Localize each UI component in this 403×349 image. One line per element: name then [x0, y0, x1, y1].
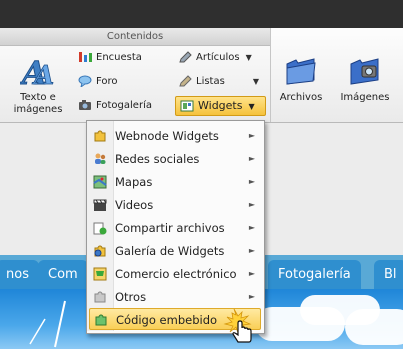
articulos-button[interactable]: Artículos ▼ — [178, 50, 252, 66]
site-tab-2[interactable]: Com — [38, 260, 88, 289]
widgets-dropdown-menu: Webnode Widgets ► Redes sociales ► Mapas ► … — [86, 120, 265, 334]
listas-button[interactable]: Listas ▼ — [178, 74, 259, 90]
list-icon — [178, 75, 192, 87]
widgets-label: Widgets — [198, 99, 243, 112]
menu-item-galeria-widgets[interactable]: Galería de Widgets ► — [89, 240, 261, 262]
poll-icon — [78, 51, 92, 63]
chevron-down-icon: ▼ — [248, 102, 255, 111]
group-header-contenidos: Contenidos — [0, 28, 270, 46]
chevron-right-icon: ► — [248, 223, 255, 232]
menu-item-redes-sociales[interactable]: Redes sociales ► — [89, 148, 261, 170]
menu-item-mapas[interactable]: Mapas ► — [89, 171, 261, 193]
archivos-button[interactable]: Archivos — [276, 54, 326, 104]
chevron-right-icon: ► — [248, 177, 255, 186]
menu-item-webnode-widgets[interactable]: Webnode Widgets ► — [89, 125, 261, 147]
listas-label: Listas — [196, 76, 225, 87]
pen-icon — [178, 51, 192, 63]
menu-item-videos[interactable]: Videos ► — [89, 194, 261, 216]
share-file-icon — [93, 222, 107, 235]
archivos-label: Archivos — [279, 92, 323, 103]
text-a-icon: A A — [19, 54, 55, 93]
chevron-right-icon: ► — [248, 131, 255, 140]
cloud — [345, 309, 403, 345]
chevron-right-icon: ► — [248, 246, 255, 255]
puzzle-gray-icon — [94, 291, 106, 303]
chevron-down-icon: ▼ — [245, 53, 252, 62]
widgets-button[interactable]: Widgets ▼ — [175, 96, 266, 116]
svg-text:A: A — [31, 61, 54, 88]
puzzle-green-icon — [95, 314, 107, 326]
fotogaleria-label: Fotogalería — [96, 100, 152, 111]
window-top-bar — [0, 0, 403, 28]
encuesta-button[interactable]: Encuesta — [78, 50, 142, 66]
menu-item-comercio-electronico[interactable]: Comercio electrónico ► — [89, 263, 261, 285]
cart-icon — [93, 267, 107, 281]
site-tab-1[interactable]: nos — [0, 260, 39, 289]
folder-icon — [286, 58, 316, 85]
menu-item-compartir-archivos[interactable]: Compartir archivos ► — [89, 217, 261, 239]
image-folder-icon — [350, 58, 379, 85]
clapperboard-icon — [93, 199, 107, 211]
forum-icon — [78, 75, 92, 89]
ribbon-toolbar: Contenidos A A Texto e imágenes Encuesta… — [0, 28, 403, 123]
site-tab-fotogaleria[interactable]: Fotogalería — [268, 260, 361, 289]
users-icon — [95, 153, 106, 164]
gear-puzzle-icon — [94, 245, 106, 257]
hand-cursor-icon — [223, 308, 252, 343]
foro-label: Foro — [96, 76, 118, 87]
chevron-right-icon: ► — [248, 154, 255, 163]
texto-imagenes-label: Texto e imágenes — [13, 92, 63, 115]
chevron-right-icon: ► — [248, 269, 255, 278]
camera-icon — [78, 99, 92, 111]
imagenes-label: Imágenes — [340, 92, 390, 103]
imagenes-button[interactable]: Imágenes — [334, 54, 396, 104]
group-separator — [270, 28, 271, 122]
widgets-icon — [180, 100, 194, 112]
foro-button[interactable]: Foro — [78, 74, 118, 90]
map-icon — [93, 175, 107, 189]
texto-imagenes-button[interactable]: A A Texto e imágenes — [6, 54, 70, 116]
articulos-label: Artículos — [196, 52, 240, 63]
puzzle-icon — [94, 130, 106, 142]
chevron-right-icon: ► — [248, 200, 255, 209]
encuesta-label: Encuesta — [96, 52, 142, 63]
chevron-down-icon: ▼ — [252, 77, 259, 86]
fotogaleria-button[interactable]: Fotogalería — [78, 98, 152, 114]
sparkle-lines — [29, 300, 66, 348]
site-tab-4[interactable]: Bl — [374, 260, 403, 289]
